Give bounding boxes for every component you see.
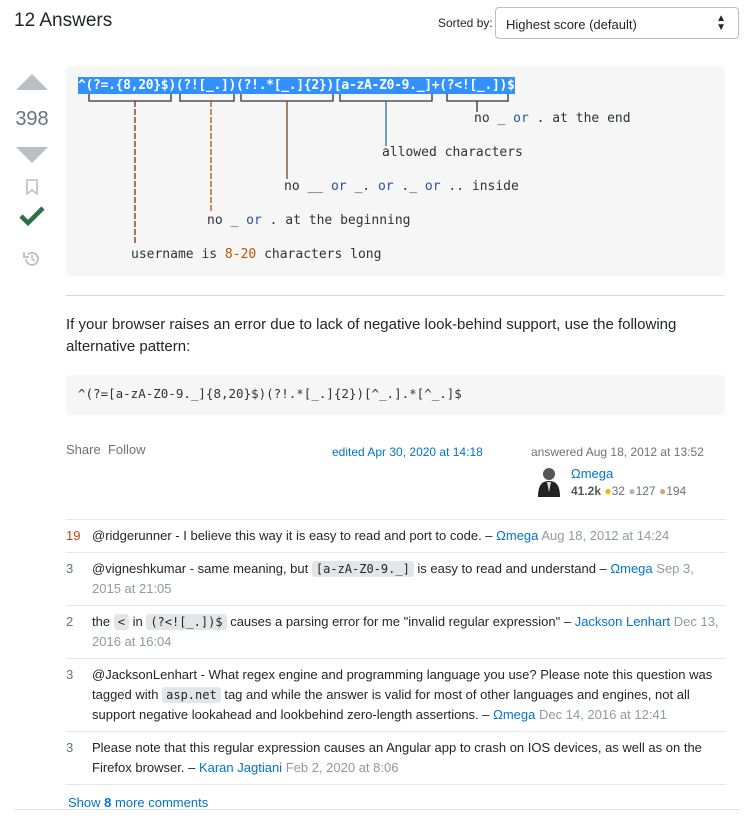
- share-link[interactable]: Share: [66, 442, 101, 457]
- regex-pattern-selected: ^(?=.{8,20}$)(?![_.])(?!.*[_.]{2})[a-zA-…: [78, 77, 515, 94]
- edited-link[interactable]: edited Apr 30, 2020 at 14:18: [332, 445, 483, 459]
- answer-paragraph: If your browser raises an error due to l…: [66, 316, 677, 355]
- annotation-beginning: no _ or . at the beginning: [207, 213, 411, 228]
- comment: 3 Please note that this regular expressio…: [66, 731, 726, 784]
- comment: 19 @ridgerunner - I believe this way it i…: [66, 519, 726, 552]
- annotation-allowed: allowed characters: [382, 145, 523, 160]
- comment-score: 3: [66, 740, 74, 755]
- annotation-length: username is 8-20 characters long: [131, 247, 382, 262]
- show-more-comments-link[interactable]: Show 8 more comments: [66, 784, 726, 810]
- regex-diagram-brackets: [88, 92, 509, 245]
- divider: [14, 809, 740, 810]
- post-menu: Share Follow: [66, 442, 146, 457]
- comments-list: 19 @ridgerunner - I believe this way it i…: [66, 519, 726, 810]
- user-reputation: 41.2k ●32 ●127 ●194: [571, 484, 687, 498]
- comment-score: 19: [66, 528, 81, 543]
- annotation-end: no _ or . at the end: [474, 111, 631, 126]
- annotation-inside: no __ or _. or ._ or .. inside: [284, 179, 519, 194]
- comment: 3 @JacksonLenhart - What regex engine and…: [66, 658, 726, 731]
- comment-score: 3: [66, 561, 74, 576]
- user-name-link[interactable]: Ωmega: [571, 466, 613, 481]
- comment: 2 the < in (?<![_.])$ causes a parsing er…: [66, 605, 726, 658]
- comment-score: 3: [66, 667, 74, 682]
- follow-link[interactable]: Follow: [108, 442, 146, 457]
- divider: [66, 295, 725, 296]
- alt-pattern-code-block: ^(?=[a-zA-Z0-9._]{8,20}$)(?!.*[_.]{2})[^…: [66, 375, 725, 415]
- comment-score: 2: [66, 614, 74, 629]
- comment-user-link[interactable]: Karan Jagtiani: [199, 760, 282, 775]
- answered-time: answered Aug 18, 2012 at 13:52: [531, 445, 704, 459]
- comment-user-link[interactable]: Ωmega: [493, 707, 535, 722]
- comment: 3 @vigneshkumar - same meaning, but [a-zA…: [66, 552, 726, 605]
- comment-user-link[interactable]: Ωmega: [610, 561, 652, 576]
- comment-user-link[interactable]: Ωmega: [496, 528, 538, 543]
- user-avatar[interactable]: [535, 465, 563, 497]
- comment-user-link[interactable]: Jackson Lenhart: [575, 614, 670, 629]
